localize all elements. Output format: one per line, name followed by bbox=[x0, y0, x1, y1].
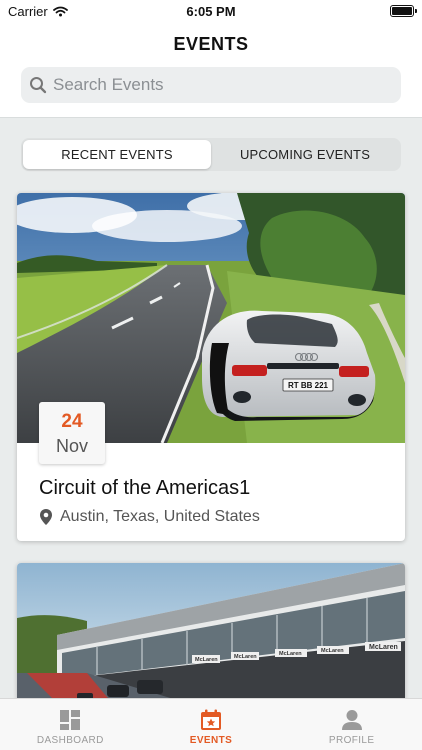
map-pin-icon bbox=[40, 509, 52, 525]
tab-label: EVENTS bbox=[189, 735, 233, 746]
calendar-star-icon bbox=[201, 709, 221, 730]
tab-profile[interactable]: PROFILE bbox=[281, 699, 422, 750]
tab-bar: DASHBOARD EVENTS PROFILE bbox=[0, 698, 422, 750]
event-title[interactable]: Circuit of the Americas1 bbox=[39, 477, 250, 500]
profile-icon bbox=[341, 710, 362, 730]
upcoming-events-tab[interactable]: UPCOMING EVENTS bbox=[211, 140, 399, 169]
event-month: Nov bbox=[55, 436, 88, 456]
search-icon bbox=[30, 77, 47, 94]
page-title: EVENTS bbox=[173, 34, 249, 54]
event-card[interactable]: RT BB 221 Circuit of the Americas1 Austi… bbox=[17, 193, 405, 541]
tab-dashboard[interactable]: DASHBOARD bbox=[0, 699, 141, 750]
event-day: 24 bbox=[61, 411, 83, 432]
status-bar: Carrier 6:05 PM bbox=[0, 0, 422, 24]
event-image: McLaren McLaren McLaren McLaren McLaren bbox=[17, 563, 405, 703]
battery-icon bbox=[390, 5, 417, 17]
header: EVENTS bbox=[0, 24, 422, 118]
tab-label: DASHBOARD bbox=[36, 735, 104, 746]
location-text: Austin, Texas, United States bbox=[60, 508, 260, 525]
recent-events-tab[interactable]: RECENT EVENTS bbox=[23, 140, 211, 169]
event-location: Austin, Texas, United States bbox=[39, 508, 260, 526]
event-date-badge: 24 Nov bbox=[39, 402, 105, 464]
garage-sign: McLaren bbox=[234, 654, 257, 660]
clock: 6:05 PM bbox=[186, 4, 236, 19]
garage-sign: McLaren bbox=[195, 657, 218, 663]
garage-sign: McLaren bbox=[369, 644, 398, 651]
garage-sign: McLaren bbox=[321, 648, 344, 654]
license-plate: RT BB 221 bbox=[288, 381, 329, 390]
tab-label: PROFILE bbox=[328, 735, 375, 746]
search-input[interactable] bbox=[53, 75, 383, 95]
search-bar[interactable] bbox=[21, 67, 401, 103]
event-segment-control[interactable]: RECENT EVENTS UPCOMING EVENTS bbox=[21, 138, 401, 171]
event-card[interactable]: McLaren McLaren McLaren McLaren McLaren bbox=[17, 563, 405, 703]
garage-sign: McLaren bbox=[279, 651, 302, 657]
dashboard-icon bbox=[60, 710, 81, 730]
tab-events[interactable]: EVENTS bbox=[141, 699, 282, 750]
